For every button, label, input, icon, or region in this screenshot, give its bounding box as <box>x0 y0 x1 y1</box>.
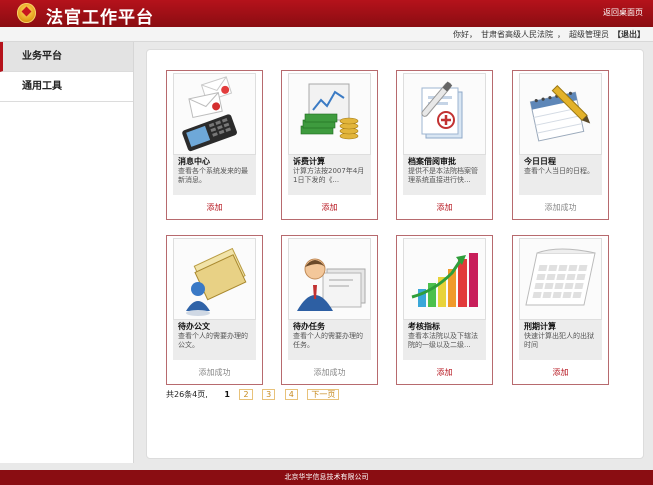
card-info: 待办任务 查看个人的需要办理的任务。 <box>288 320 371 360</box>
app-card-pending-tasks[interactable]: 待办任务 查看个人的需要办理的任务。 添加成功 <box>281 235 378 385</box>
card-description: 查看个人的需要办理的公文。 <box>178 332 248 349</box>
card-add-button[interactable]: 添加 <box>282 202 377 213</box>
card-title: 待办任务 <box>293 322 325 331</box>
court-emblem-icon <box>17 3 36 23</box>
card-description: 查看个人的需要办理的任务。 <box>293 332 363 349</box>
app-title: 法官工作平台 <box>46 8 154 28</box>
app-card-pending-documents[interactable]: 待办公文 查看个人的需要办理的公文。 添加成功 <box>166 235 263 385</box>
card-title: 待办公文 <box>178 322 210 331</box>
pagination-page-2[interactable]: 2 <box>239 389 253 400</box>
sidebar: 业务平台 通用工具 <box>0 42 134 463</box>
logout-link[interactable]: 【退出】 <box>613 30 645 39</box>
card-title: 考核指标 <box>408 322 440 331</box>
card-add-button[interactable]: 添加 <box>397 367 492 378</box>
app-card-archive-approval[interactable]: 档案借阅审批 提供不是本法院档案管理系统直接进行快... 添加 <box>396 70 493 220</box>
card-add-button[interactable]: 添加 <box>513 367 608 378</box>
separator-text: ， <box>557 30 565 39</box>
card-added-status: 添加成功 <box>544 203 577 212</box>
card-description: 快速计算出犯人的出狱时间 <box>524 332 594 349</box>
pagination-page-3[interactable]: 3 <box>262 389 276 400</box>
card-description: 计算方法按2007年4月1日下发的《... <box>293 167 365 184</box>
user-documents-icon <box>288 238 371 320</box>
pagination: 共26条4页, 1 2 3 4 下一页 <box>166 389 340 400</box>
card-info: 档案借阅审批 提供不是本法院档案管理系统直接进行快... <box>403 155 486 195</box>
card-info: 待办公文 查看个人的需要办理的公文。 <box>173 320 256 360</box>
sidebar-item-common-tools[interactable]: 通用工具 <box>0 72 133 102</box>
sidebar-item-business-platform[interactable]: 业务平台 <box>0 42 133 72</box>
pagination-current-page: 1 <box>224 390 230 399</box>
footer: 北京华宇信息技术有限公司 <box>0 470 653 485</box>
card-description: 查看本法院以及下辖法院的一级以及二级... <box>408 332 478 349</box>
calendar-pen-icon <box>519 73 602 155</box>
card-description: 查看各个系统发来的最新消息。 <box>178 167 248 184</box>
app-window: 法官工作平台 返回桌面页 你好， 甘肃省高级人民法院 ， 超级管理员 【退出】 业务平台… <box>0 0 653 485</box>
card-info: 消息中心 查看各个系统发来的最新消息。 <box>173 155 256 195</box>
court-name: 甘肃省高级人民法院 <box>481 30 553 39</box>
folders-user-icon <box>173 238 256 320</box>
card-description: 提供不是本法院档案管理系统直接进行快... <box>408 167 478 184</box>
user-info: 你好， 甘肃省高级人民法院 ， 超级管理员 【退出】 <box>449 29 645 40</box>
card-add-button[interactable]: 添加 <box>397 202 492 213</box>
card-info: 刑期计算 快速计算出犯人的出狱时间 <box>519 320 602 360</box>
card-title: 档案借阅审批 <box>408 157 456 166</box>
pagination-next-button[interactable]: 下一页 <box>307 389 340 400</box>
back-to-desktop-link[interactable]: 返回桌面页 <box>603 7 643 18</box>
card-added-status: 添加成功 <box>313 368 346 377</box>
card-title: 刑期计算 <box>524 322 556 331</box>
app-card-fee-calculation[interactable]: 诉费计算 计算方法按2007年4月1日下发的《... 添加 <box>281 70 378 220</box>
medical-records-icon <box>403 73 486 155</box>
card-title: 今日日程 <box>524 157 556 166</box>
pagination-page-4[interactable]: 4 <box>284 389 298 400</box>
app-card-today-schedule[interactable]: 今日日程 查看个人当日的日程。 添加成功 <box>512 70 609 220</box>
top-header: 法官工作平台 返回桌面页 <box>0 0 653 28</box>
card-add-button[interactable]: 添加 <box>167 202 262 213</box>
card-description: 查看个人当日的日程。 <box>524 167 594 175</box>
calendar-page-icon <box>519 238 602 320</box>
user-role: 超级管理员 <box>569 30 609 39</box>
app-card-sentence-calculation[interactable]: 刑期计算 快速计算出犯人的出狱时间 添加 <box>512 235 609 385</box>
card-title: 消息中心 <box>178 157 210 166</box>
pagination-summary: 共26条4页, <box>166 390 208 399</box>
user-bar: 你好， 甘肃省高级人民法院 ， 超级管理员 【退出】 <box>0 27 653 42</box>
main-panel: 消息中心 查看各个系统发来的最新消息。 添加 诉费计算 计算方法按2007年4月… <box>146 49 644 459</box>
bar-chart-arrow-icon <box>403 238 486 320</box>
envelopes-phone-icon <box>173 73 256 155</box>
card-info: 今日日程 查看个人当日的日程。 <box>519 155 602 195</box>
greeting-text: 你好， <box>453 30 477 39</box>
money-calculator-icon <box>288 73 371 155</box>
card-added-status: 添加成功 <box>198 368 231 377</box>
card-info: 考核指标 查看本法院以及下辖法院的一级以及二级... <box>403 320 486 360</box>
app-card-assessment-indicators[interactable]: 考核指标 查看本法院以及下辖法院的一级以及二级... 添加 <box>396 235 493 385</box>
card-title: 诉费计算 <box>293 157 325 166</box>
app-card-message-center[interactable]: 消息中心 查看各个系统发来的最新消息。 添加 <box>166 70 263 220</box>
card-info: 诉费计算 计算方法按2007年4月1日下发的《... <box>288 155 371 195</box>
